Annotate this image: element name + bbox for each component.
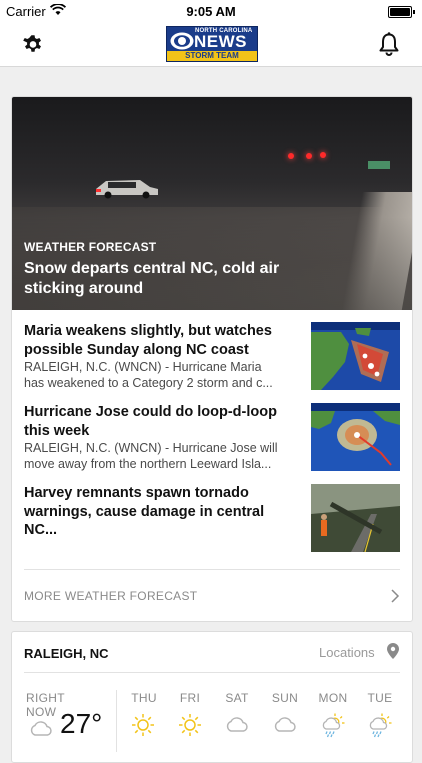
- list-item[interactable]: Hurricane Jose could do loop-d-loop this…: [24, 403, 400, 473]
- hurricane-map-thumbnail: [311, 322, 400, 390]
- current-temperature: 27°: [60, 708, 103, 739]
- battery-icon: [388, 6, 415, 18]
- hurricane-map-thumbnail: [311, 403, 400, 471]
- news-card: WEATHER FORECAST Snow departs central NC…: [11, 96, 413, 622]
- road-sign: [368, 161, 390, 169]
- weather-divider: [24, 672, 400, 673]
- forecast-day-label: TUE: [367, 691, 393, 705]
- story-summary: RALEIGH, N.C. (WNCN) - Hurricane Maria: [24, 360, 262, 374]
- story-summary: move away from the northern Leeward Isla…: [24, 457, 272, 471]
- list-item[interactable]: Harvey remnants spawn tornado warnings, …: [24, 484, 400, 554]
- traffic-light: [320, 152, 326, 158]
- forecast-day-label: MON: [318, 691, 348, 705]
- locations-button[interactable]: Locations: [319, 645, 375, 660]
- sun-icon: [179, 714, 201, 736]
- forecast-day-label: SUN: [271, 691, 299, 705]
- more-link-label: MORE WEATHER FORECAST: [24, 589, 198, 603]
- nav-bar: NORTH CAROLINA NEWS STORM TEAM: [0, 22, 422, 67]
- weather-city: RALEIGH, NC: [24, 646, 109, 661]
- featured-category: WEATHER FORECAST: [24, 240, 157, 254]
- app-logo: NORTH CAROLINA NEWS STORM TEAM: [166, 26, 258, 62]
- story-summary: RALEIGH, N.C. (WNCN) - Hurricane Jose wi…: [24, 441, 278, 455]
- forecast-day-label: THU: [131, 691, 157, 705]
- bell-icon[interactable]: [378, 32, 400, 56]
- hero-car-image: [96, 180, 158, 199]
- story-title: Hurricane Jose could do loop-d-loop this…: [24, 404, 277, 439]
- weather-card: RALEIGH, NC Locations RIGHT NOW 27° THU …: [11, 631, 413, 763]
- weather-vertical-divider: [116, 690, 117, 752]
- story-title: Maria weakens slightly, but watches poss…: [24, 323, 272, 358]
- eye-logo-icon: [170, 32, 194, 50]
- gear-icon[interactable]: [22, 33, 44, 55]
- story-summary: has weakened to a Category 2 storm and c…: [24, 376, 273, 390]
- traffic-light: [288, 153, 294, 159]
- sun-icon: [132, 714, 154, 736]
- status-bar: Carrier 9:05 AM: [0, 0, 422, 22]
- storm-damage-thumbnail: [311, 484, 400, 552]
- chevron-right-icon: [391, 589, 400, 603]
- forecast-day-label: SAT: [225, 691, 249, 705]
- more-weather-forecast-link[interactable]: MORE WEATHER FORECAST: [24, 569, 400, 621]
- list-item[interactable]: Maria weakens slightly, but watches poss…: [24, 322, 400, 392]
- cloud-icon: [30, 721, 52, 736]
- featured-headline: Snow departs central NC, cold air sticki…: [24, 260, 280, 297]
- traffic-light: [306, 153, 312, 159]
- location-pin-icon[interactable]: [387, 643, 399, 659]
- logo-storm-team-text: STORM TEAM: [167, 51, 257, 61]
- story-title: Harvey remnants spawn tornado warnings, …: [24, 485, 265, 538]
- status-time: 9:05 AM: [186, 4, 236, 19]
- cloud-icon: [226, 717, 248, 732]
- sun-rain-icon: [322, 713, 345, 738]
- featured-story[interactable]: WEATHER FORECAST Snow departs central NC…: [12, 97, 412, 310]
- sun-rain-icon: [369, 713, 392, 738]
- logo-news-text: NEWS: [194, 32, 247, 51]
- forecast-day-label: FRI: [179, 691, 201, 705]
- cloud-icon: [274, 717, 296, 732]
